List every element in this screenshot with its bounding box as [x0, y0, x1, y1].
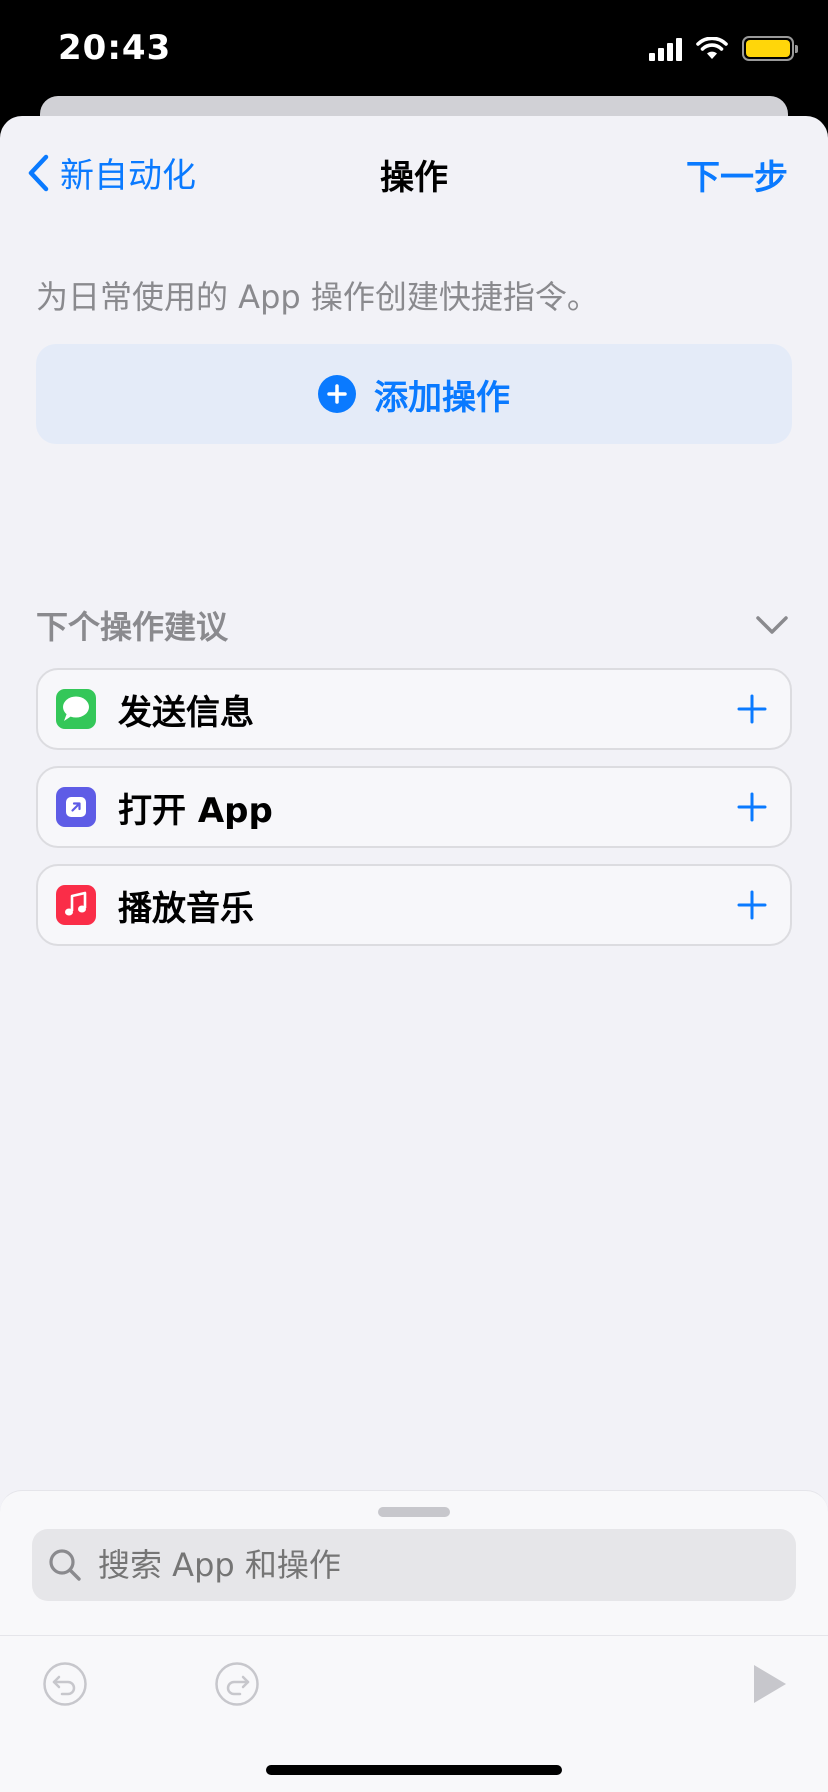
search-icon: [49, 1549, 81, 1581]
add-action-label: 添加操作: [374, 377, 510, 418]
chevron-down-icon[interactable]: [752, 605, 792, 645]
search-field[interactable]: [32, 1529, 796, 1601]
battery-icon: [742, 36, 798, 61]
home-indicator: [266, 1765, 562, 1775]
redo-icon[interactable]: [214, 1661, 260, 1707]
wifi-icon: [696, 36, 728, 59]
status-bar: 20:43: [0, 0, 828, 110]
plus-circle-icon: [318, 375, 356, 413]
status-icons: [649, 36, 798, 61]
search-input[interactable]: [96, 1545, 776, 1585]
status-time: 20:43: [58, 28, 172, 68]
description-text: 为日常使用的 App 操作创建快捷指令。: [36, 278, 599, 316]
search-panel: [0, 1490, 828, 1792]
suggestion-label: 发送信息: [118, 692, 254, 733]
music-note-icon: [56, 885, 96, 925]
suggestion-label: 打开 App: [118, 790, 273, 831]
play-icon[interactable]: [750, 1661, 790, 1707]
suggestions-header: 下个操作建议: [36, 600, 792, 650]
suggestion-play-music[interactable]: 播放音乐: [36, 864, 792, 946]
cellular-signal-icon: [649, 37, 682, 61]
plus-icon[interactable]: [736, 889, 768, 921]
plus-icon[interactable]: [736, 693, 768, 725]
navigation-bar: 新自动化 操作 下一步: [0, 116, 828, 226]
add-action-button[interactable]: 添加操作: [36, 344, 792, 444]
toolbar-divider: [0, 1635, 828, 1636]
next-button[interactable]: 下一步: [686, 150, 788, 199]
suggestion-send-message[interactable]: 发送信息: [36, 668, 792, 750]
messages-icon: [56, 689, 96, 729]
suggestions-title: 下个操作建议: [36, 608, 229, 646]
panel-grabber[interactable]: [378, 1507, 450, 1517]
undo-icon[interactable]: [42, 1661, 88, 1707]
open-app-icon: [56, 787, 96, 827]
battery-level: [746, 40, 790, 57]
suggestion-open-app[interactable]: 打开 App: [36, 766, 792, 848]
suggestion-label: 播放音乐: [118, 888, 254, 929]
suggestions-list: 发送信息 打开 App 播放音乐: [36, 668, 792, 962]
plus-icon[interactable]: [736, 791, 768, 823]
